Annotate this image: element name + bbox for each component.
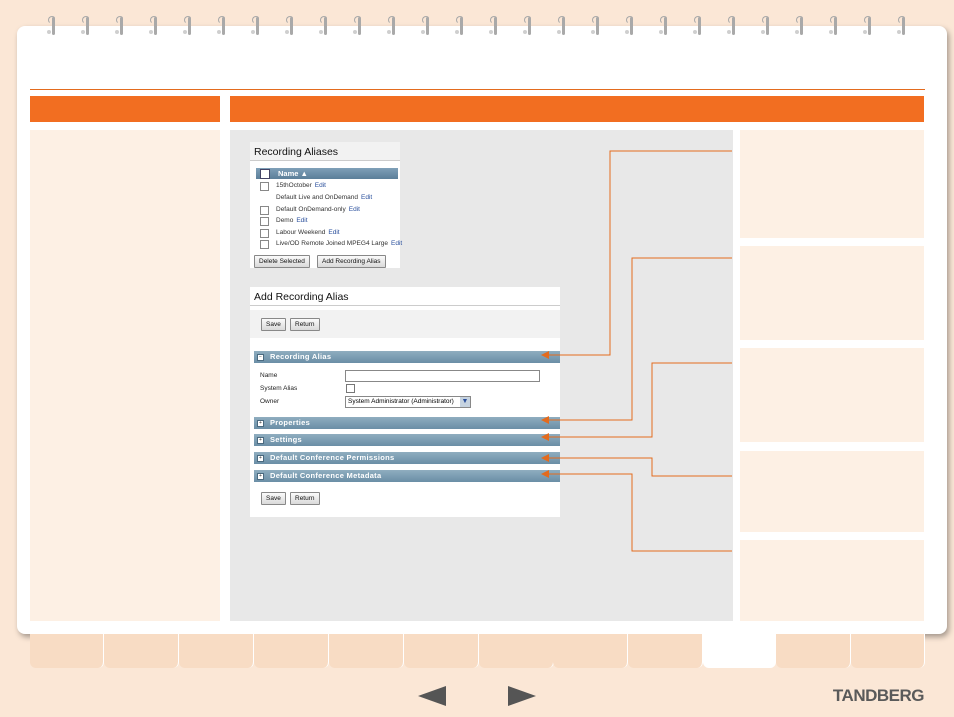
tab[interactable]: [553, 634, 628, 668]
callout-lines: [541, 150, 732, 552]
tab-active[interactable]: [703, 628, 776, 668]
tab[interactable]: [254, 634, 329, 668]
tab[interactable]: [479, 634, 554, 668]
tab[interactable]: [404, 634, 479, 668]
tab[interactable]: [104, 634, 179, 668]
tab[interactable]: [30, 634, 104, 668]
next-page-icon[interactable]: [508, 686, 536, 706]
tandberg-logo: TANDBERG: [832, 686, 925, 705]
tab[interactable]: [329, 634, 404, 668]
tab[interactable]: [851, 634, 925, 668]
tab[interactable]: [776, 634, 851, 668]
previous-page-icon[interactable]: [418, 686, 446, 706]
tab[interactable]: [179, 634, 254, 668]
tab[interactable]: [628, 634, 703, 668]
